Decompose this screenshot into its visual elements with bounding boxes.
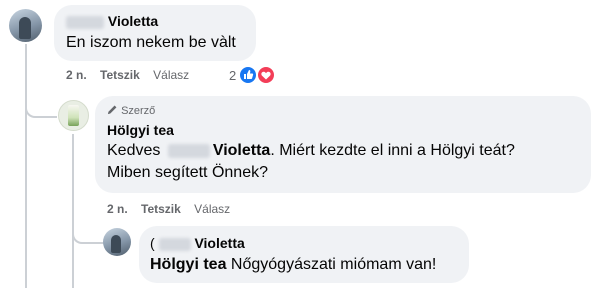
author-badge-label: Szerző	[121, 105, 156, 117]
redacted-surname	[167, 143, 210, 158]
like-icon[interactable]	[239, 66, 257, 84]
pencil-icon	[107, 105, 117, 115]
reply-button[interactable]: Válasz	[153, 68, 189, 82]
name-prefix: (	[150, 235, 155, 251]
author-name: Violetta	[107, 13, 159, 29]
comment-text: En iszom nekem be vàlt	[66, 34, 236, 51]
like-button[interactable]: Tetszik	[141, 202, 181, 216]
redacted-surname	[158, 237, 191, 251]
love-icon[interactable]	[257, 66, 275, 84]
comment-text-line1: Kedves Violetta. Miért kezdte el inni a …	[107, 140, 515, 162]
avatar-figure	[111, 235, 121, 253]
reaction-count[interactable]: 2	[229, 68, 236, 83]
thread-connector-nested	[72, 222, 104, 244]
comment-text-rest: . Miért kezdte el inni a Hölgyi teát?	[270, 142, 515, 159]
avatar-figure	[19, 17, 31, 39]
thread-line-main	[25, 44, 27, 288]
timestamp[interactable]: 2 n.	[66, 68, 87, 82]
reply-button[interactable]: Válasz	[194, 202, 230, 216]
page-avatar[interactable]	[58, 100, 89, 131]
mention-link[interactable]: Hölgyi tea	[150, 256, 226, 273]
comment-author[interactable]: Hölgyi tea	[107, 122, 174, 138]
thread-line-reply	[72, 134, 74, 288]
comment-text-line2: Miben segített Önnek?	[107, 164, 268, 181]
comment-text-rest: Nőgyógyászati miómam van!	[226, 256, 437, 273]
thread-connector-reply	[25, 96, 57, 118]
comment-actions: 2 n. Tetszik Válasz	[66, 68, 189, 82]
like-button[interactable]: Tetszik	[100, 68, 140, 82]
mention-link[interactable]: Violetta	[213, 142, 271, 159]
author-name: Violetta	[194, 235, 245, 251]
comment-author[interactable]: ( Violetta	[150, 235, 245, 251]
avatar[interactable]	[9, 9, 42, 42]
comment-actions: 2 n. Tetszik Válasz	[107, 202, 230, 216]
comment-author[interactable]: Violetta	[66, 13, 158, 29]
author-badge: Szerző	[107, 104, 155, 117]
timestamp[interactable]: 2 n.	[107, 202, 128, 216]
comment-text: Hölgyi tea Nőgyógyászati miómam van!	[150, 254, 436, 276]
redacted-surname	[66, 15, 104, 29]
greeting: Kedves	[107, 142, 161, 159]
avatar[interactable]	[103, 228, 131, 256]
product-image	[68, 105, 79, 126]
